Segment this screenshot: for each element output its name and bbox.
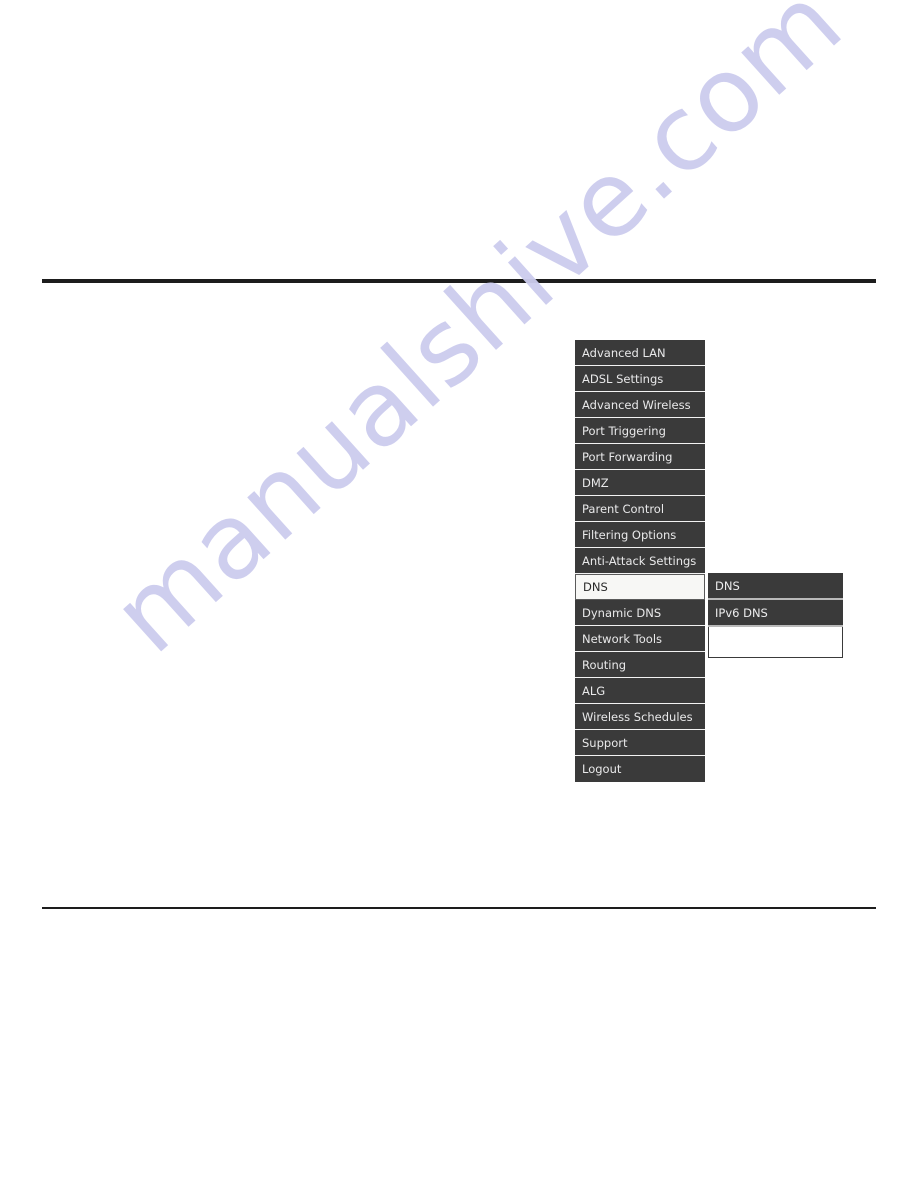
menu-item-label: DNS bbox=[583, 580, 608, 594]
menu-item-label: Routing bbox=[582, 658, 627, 672]
submenu-item-label: IPv6 DNS bbox=[715, 606, 768, 620]
menu-item-label: Port Triggering bbox=[582, 424, 666, 438]
menu-item-anti-attack-settings[interactable]: Anti-Attack Settings bbox=[575, 548, 705, 574]
menu-item-label: Dynamic DNS bbox=[582, 606, 662, 620]
menu-item-routing[interactable]: Routing bbox=[575, 652, 705, 678]
menu-item-label: Port Forwarding bbox=[582, 450, 673, 464]
menu-item-port-triggering[interactable]: Port Triggering bbox=[575, 418, 705, 444]
menu-item-label: DMZ bbox=[582, 476, 609, 490]
menu-item-label: ADSL Settings bbox=[582, 372, 664, 386]
menu-item-dns[interactable]: DNS bbox=[575, 574, 705, 600]
menu-item-label: Filtering Options bbox=[582, 528, 677, 542]
menu-item-label: Advanced LAN bbox=[582, 346, 666, 360]
menu-item-alg[interactable]: ALG bbox=[575, 678, 705, 704]
menu-item-label: Parent Control bbox=[582, 502, 665, 516]
menu-item-label: Network Tools bbox=[582, 632, 663, 646]
footer-rule bbox=[42, 907, 876, 909]
submenu-blank-panel bbox=[708, 627, 843, 658]
menu-item-advanced-lan[interactable]: Advanced LAN bbox=[575, 340, 705, 366]
menu-item-wireless-schedules[interactable]: Wireless Schedules bbox=[575, 704, 705, 730]
menu-item-label: Wireless Schedules bbox=[582, 710, 693, 724]
header-rule bbox=[42, 279, 876, 283]
menu-item-dynamic-dns[interactable]: Dynamic DNS bbox=[575, 600, 705, 626]
menu-item-logout[interactable]: Logout bbox=[575, 756, 705, 782]
submenu-item-dns[interactable]: DNS bbox=[708, 573, 843, 600]
dns-submenu-flyout[interactable]: DNS IPv6 DNS bbox=[708, 573, 843, 658]
menu-item-parent-control[interactable]: Parent Control bbox=[575, 496, 705, 522]
menu-item-label: Logout bbox=[582, 762, 622, 776]
menu-item-adsl-settings[interactable]: ADSL Settings bbox=[575, 366, 705, 392]
main-navigation-menu[interactable]: Advanced LAN ADSL Settings Advanced Wire… bbox=[575, 340, 705, 782]
menu-item-label: ALG bbox=[582, 684, 606, 698]
menu-item-advanced-wireless[interactable]: Advanced Wireless bbox=[575, 392, 705, 418]
menu-item-label: Anti-Attack Settings bbox=[582, 554, 697, 568]
menu-item-label: Advanced Wireless bbox=[582, 398, 691, 412]
menu-item-port-forwarding[interactable]: Port Forwarding bbox=[575, 444, 705, 470]
menu-item-support[interactable]: Support bbox=[575, 730, 705, 756]
menu-item-label: Support bbox=[582, 736, 628, 750]
submenu-item-label: DNS bbox=[715, 579, 740, 593]
document-page: manualshive.com Advanced LAN ADSL Settin… bbox=[0, 0, 918, 1188]
menu-item-network-tools[interactable]: Network Tools bbox=[575, 626, 705, 652]
menu-item-dmz[interactable]: DMZ bbox=[575, 470, 705, 496]
menu-item-filtering-options[interactable]: Filtering Options bbox=[575, 522, 705, 548]
submenu-item-ipv6-dns[interactable]: IPv6 DNS bbox=[708, 600, 843, 627]
